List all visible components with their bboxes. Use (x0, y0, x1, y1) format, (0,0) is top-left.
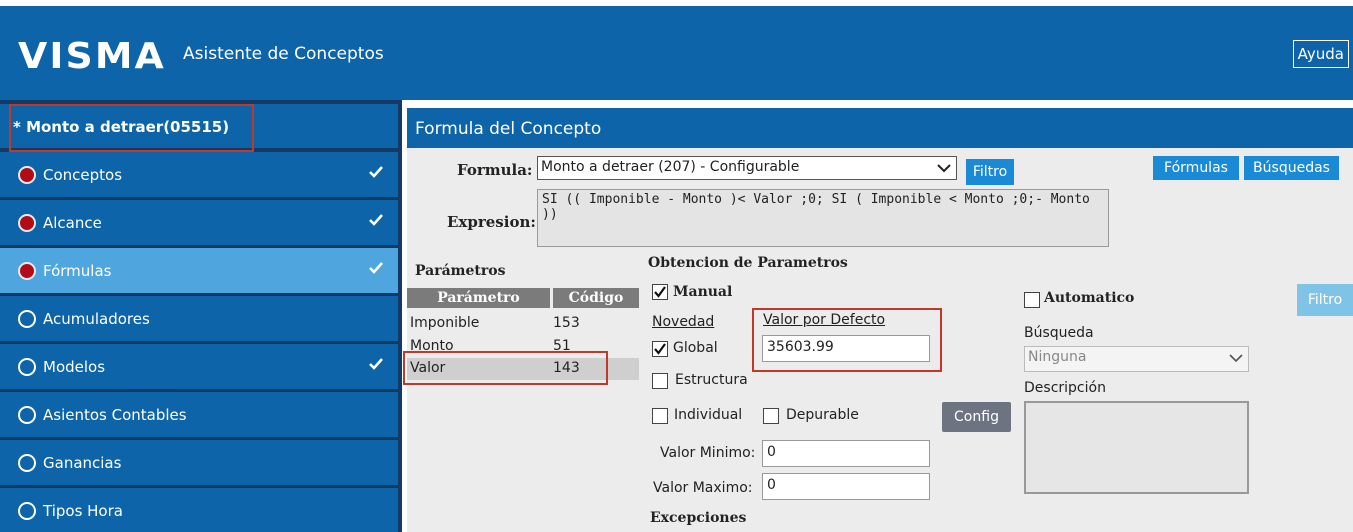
global-label: Global (673, 340, 718, 356)
radio-filled-icon (18, 213, 36, 232)
sidebar-item-label: Alcance (43, 213, 102, 232)
max-value-label: Valor Maximo: (653, 480, 753, 496)
sidebar-item-label: Ganancias (43, 453, 122, 472)
radio-empty-icon (18, 453, 36, 472)
param-code: 51 (553, 338, 571, 354)
radio-empty-icon (18, 501, 36, 520)
sidebar-item-label: Tipos Hora (43, 501, 123, 520)
check-icon (654, 286, 666, 298)
novedad-label: Novedad (652, 314, 715, 330)
filter-button[interactable]: Filtro (966, 159, 1014, 185)
sidebar-item-label: Fórmulas (43, 261, 112, 280)
global-checkbox[interactable] (652, 341, 668, 357)
search-select-value: Ninguna (1028, 349, 1087, 365)
max-value-input[interactable]: 0 (762, 473, 930, 500)
individual-checkbox[interactable] (652, 408, 668, 424)
sidebar-item-conceptos[interactable]: Conceptos (0, 152, 398, 197)
param-col-header: Parámetro (407, 288, 550, 308)
current-concept-title: * Monto a detraer(05515) (0, 104, 398, 148)
param-code: 143 (553, 360, 580, 376)
config-button[interactable]: Config (942, 402, 1011, 432)
formula-select-value: Monto a detraer (207) - Configurable (541, 159, 800, 175)
expression-field[interactable]: SI (( Imponible - Monto )< Valor ;0; SI … (537, 189, 1109, 247)
help-button[interactable]: Ayuda (1292, 40, 1349, 68)
check-icon (369, 214, 383, 226)
app-title: Asistente de Conceptos (183, 44, 384, 64)
sidebar: * Monto a detraer(05515) Conceptos Alcan… (0, 100, 402, 532)
radio-filled-icon (18, 261, 36, 280)
chevron-down-icon (1229, 354, 1243, 363)
sidebar-item-asientos-contables[interactable]: Asientos Contables (0, 392, 398, 437)
min-value-input[interactable]: 0 (762, 440, 930, 467)
radio-empty-icon (18, 309, 36, 328)
sidebar-item-alcance[interactable]: Alcance (0, 200, 398, 245)
estructura-checkbox[interactable] (652, 373, 668, 389)
formula-select[interactable]: Monto a detraer (207) - Configurable (537, 156, 957, 180)
searches-button[interactable]: Búsquedas (1244, 156, 1339, 180)
radio-empty-icon (18, 357, 36, 376)
description-label: Descripción (1024, 380, 1106, 396)
check-icon (654, 343, 666, 355)
param-code: 153 (553, 315, 580, 331)
check-icon (369, 358, 383, 370)
sidebar-item-formulas[interactable]: Fórmulas (0, 248, 398, 293)
min-value-label: Valor Minimo: (660, 445, 756, 461)
exceptions-label: Excepciones (650, 510, 747, 526)
default-value-label: Valor por Defecto (763, 312, 886, 328)
description-field[interactable] (1024, 401, 1249, 494)
manual-label: Manual (673, 284, 733, 300)
estructura-label: Estructura (675, 372, 748, 388)
visma-logo: VISMA (18, 36, 166, 77)
check-icon (369, 262, 383, 274)
main-panel: Formula del Concepto Formula: Monto a de… (407, 100, 1353, 532)
search-select[interactable]: Ninguna (1024, 346, 1249, 372)
params-title: Parámetros (415, 263, 506, 279)
code-col-header: Código (553, 288, 639, 308)
table-row[interactable]: Monto 51 (407, 336, 639, 358)
individual-label: Individual (674, 407, 743, 423)
depurable-checkbox[interactable] (763, 408, 779, 424)
sidebar-item-label: Modelos (43, 357, 106, 376)
radio-empty-icon (18, 405, 36, 424)
sidebar-item-modelos[interactable]: Modelos (0, 344, 398, 389)
depurable-label: Depurable (786, 407, 859, 423)
param-name: Valor (410, 360, 446, 376)
check-icon (369, 166, 383, 178)
formula-label: Formula: (457, 161, 533, 179)
chevron-down-icon (937, 164, 951, 173)
automatic-checkbox[interactable] (1024, 292, 1040, 308)
table-row[interactable]: Imponible 153 (407, 313, 639, 335)
panel-title: Formula del Concepto (407, 108, 1353, 148)
search-label: Búsqueda (1024, 325, 1094, 341)
default-value-input[interactable]: 35603.99 (762, 335, 930, 362)
sidebar-item-label: Conceptos (43, 165, 123, 184)
param-name: Imponible (410, 315, 480, 331)
manual-checkbox[interactable] (652, 284, 668, 300)
sidebar-item-acumuladores[interactable]: Acumuladores (0, 296, 398, 341)
expression-label: Expresion: (447, 213, 536, 231)
formulas-button[interactable]: Fórmulas (1153, 156, 1239, 180)
filter-button-2[interactable]: Filtro (1297, 284, 1353, 316)
sidebar-item-label: Acumuladores (43, 309, 150, 328)
obtain-title: Obtencion de Parametros (648, 255, 848, 271)
table-row-selected[interactable]: Valor 143 (407, 358, 639, 380)
sidebar-item-ganancias[interactable]: Ganancias (0, 440, 398, 485)
radio-filled-icon (18, 165, 36, 184)
automatic-label: Automatico (1044, 290, 1135, 306)
param-name: Monto (410, 338, 454, 354)
app-header: VISMA Asistente de Conceptos Ayuda (0, 6, 1353, 100)
sidebar-item-tipos-hora[interactable]: Tipos Hora (0, 488, 398, 532)
sidebar-item-label: Asientos Contables (43, 405, 187, 424)
